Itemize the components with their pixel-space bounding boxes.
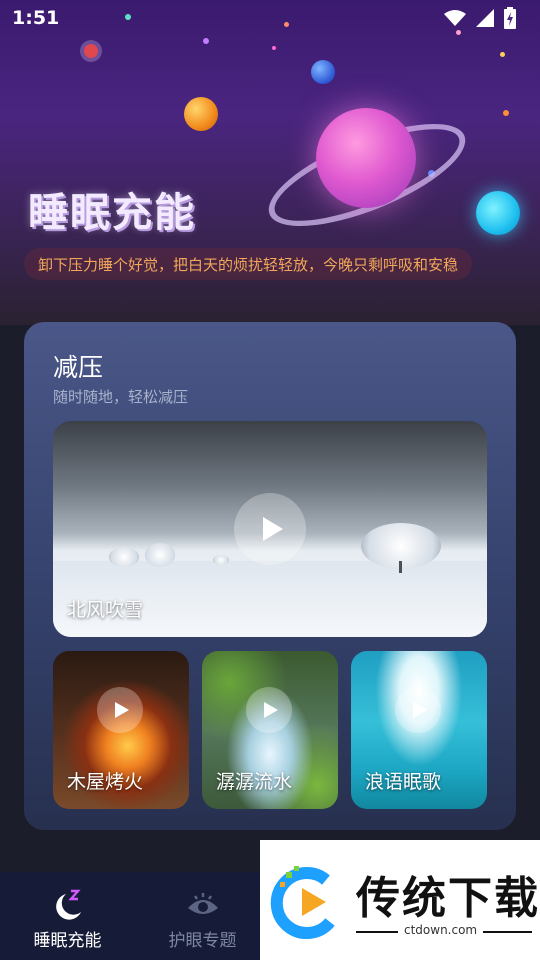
section-subtitle: 随时随地，轻松减压 bbox=[53, 388, 189, 406]
nav-item-sleep[interactable]: 睡眠充能 bbox=[0, 872, 135, 960]
featured-label: 北风吹雪 bbox=[67, 599, 144, 621]
featured-play-button[interactable] bbox=[234, 493, 306, 565]
hero-banner: 睡眠充能 卸下压力睡个好觉，把白天的烦扰轻轻放，今晚只剩呼吸和安稳 bbox=[0, 0, 540, 325]
status-icons bbox=[444, 7, 516, 29]
sound-card-stream[interactable]: 潺潺流水 bbox=[202, 651, 338, 809]
watermark-overlay: 传统下载 ctdown.com bbox=[260, 840, 540, 960]
watermark-url: ctdown.com bbox=[398, 923, 484, 937]
hero-subtitle: 卸下压力睡个好觉，把白天的烦扰轻轻放，今晚只剩呼吸和安稳 bbox=[24, 248, 473, 280]
play-button[interactable] bbox=[246, 687, 292, 733]
watermark-text: 传统下载 bbox=[356, 873, 540, 924]
pink-saturn-planet bbox=[316, 108, 416, 208]
sound-card-label: 潺潺流水 bbox=[216, 771, 293, 793]
play-icon bbox=[262, 517, 283, 541]
sound-card-waves[interactable]: 浪语眠歌 bbox=[351, 651, 487, 809]
snowy-tree bbox=[145, 543, 175, 567]
featured-sound-card[interactable]: 北风吹雪 bbox=[53, 421, 487, 637]
snowy-tree bbox=[109, 547, 139, 567]
star-decoration bbox=[503, 110, 509, 116]
play-button[interactable] bbox=[97, 687, 143, 733]
watermark-logo-icon bbox=[270, 866, 335, 940]
sound-card-label: 木屋烤火 bbox=[67, 771, 144, 793]
hero-title: 睡眠充能 bbox=[28, 190, 196, 236]
blue-planet bbox=[311, 60, 335, 84]
relax-section-card: 减压 随时随地，轻松减压 北风吹雪 木屋烤火 潺潺流水 浪语眠歌 bbox=[24, 322, 516, 830]
star-decoration bbox=[272, 46, 276, 50]
sound-card-label: 浪语眠歌 bbox=[365, 771, 442, 793]
nav-item-eye-care[interactable]: 护眼专题 bbox=[135, 872, 270, 960]
status-bar: 1:51 bbox=[0, 0, 540, 36]
play-icon bbox=[413, 702, 427, 718]
play-icon bbox=[264, 702, 278, 718]
snowy-tree bbox=[213, 555, 229, 565]
section-title: 减压 bbox=[53, 353, 104, 382]
star-decoration bbox=[203, 38, 209, 44]
star-decoration bbox=[500, 52, 505, 57]
signal-icon bbox=[476, 9, 494, 27]
tree-trunk bbox=[399, 561, 402, 573]
battery-charging-icon bbox=[504, 7, 516, 29]
nav-label: 睡眠充能 bbox=[33, 931, 102, 951]
eye-icon bbox=[186, 888, 220, 922]
nav-label: 护眼专题 bbox=[168, 931, 237, 951]
cyan-planet bbox=[476, 191, 520, 235]
play-button[interactable] bbox=[395, 687, 441, 733]
sound-card-fireplace[interactable]: 木屋烤火 bbox=[53, 651, 189, 809]
moon-z-icon bbox=[51, 888, 85, 922]
small-red-planet bbox=[84, 44, 98, 58]
play-icon bbox=[115, 702, 129, 718]
wifi-icon bbox=[444, 10, 466, 26]
status-time: 1:51 bbox=[12, 7, 60, 29]
orange-planet bbox=[184, 97, 218, 131]
